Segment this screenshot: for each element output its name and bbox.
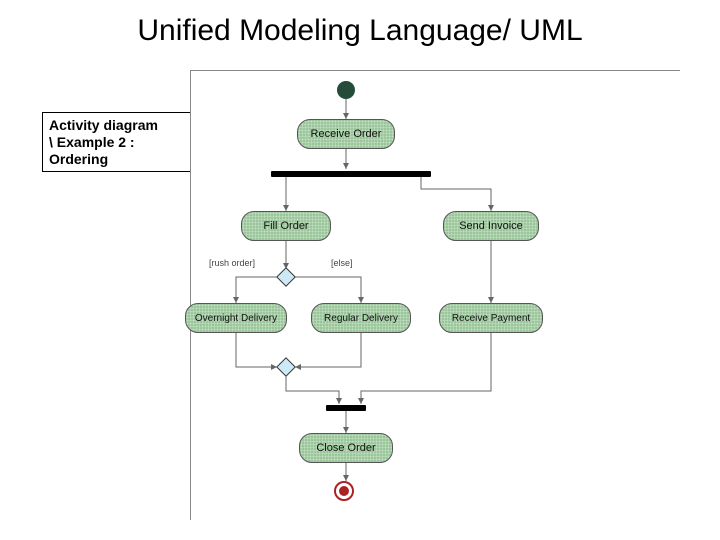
activity-fill-order: Fill Order [241,211,331,241]
caption-line2: \ Example 2 : [49,134,190,151]
edges-layer [191,71,681,521]
activity-overnight-delivery: Overnight Delivery [185,303,287,333]
caption-line3: Ordering [49,151,190,168]
final-node-inner [339,486,349,496]
caption-box: Activity diagram \ Example 2 : Ordering [42,112,197,172]
final-node [334,481,354,501]
fork-bar-top [271,171,431,177]
guard-else: [else] [331,258,353,268]
activity-receive-order: Receive Order [297,119,395,149]
activity-close-order: Close Order [299,433,393,463]
page-title: Unified Modeling Language/ UML [0,14,720,48]
caption-line1: Activity diagram [49,117,190,134]
activity-diagram: Receive Order Fill Order Send Invoice [r… [190,70,680,520]
activity-regular-delivery: Regular Delivery [311,303,411,333]
initial-node [337,81,355,99]
join-bar-bottom [326,405,366,411]
guard-rush: [rush order] [209,258,255,268]
activity-send-invoice: Send Invoice [443,211,539,241]
activity-receive-payment: Receive Payment [439,303,543,333]
